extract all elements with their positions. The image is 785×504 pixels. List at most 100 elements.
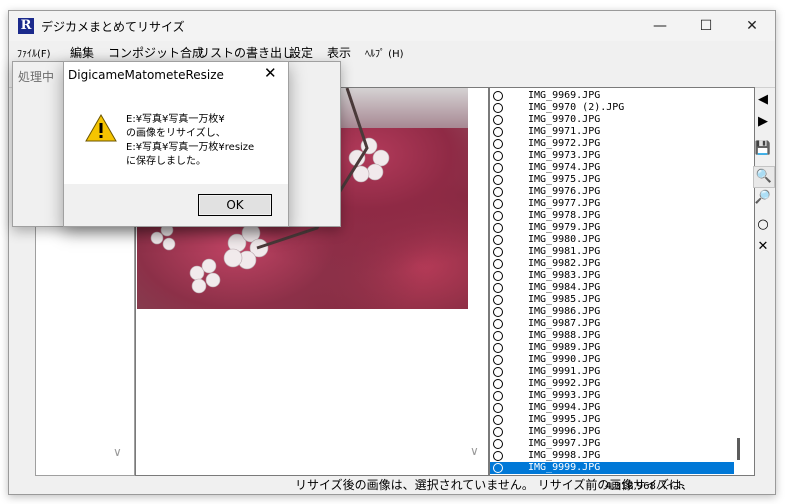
file-name: IMG_9977.JPG <box>528 198 601 209</box>
close-button[interactable]: ✕ <box>729 11 775 41</box>
menu-bar: ﾌｧｲﾙ(F) 編集 コンポジット合成 リストの書き出し 設定 表示 ﾍﾙﾌﾟ … <box>9 41 775 61</box>
file-name: IMG_9998.JPG <box>528 450 601 461</box>
file-list-item[interactable]: IMG_9986.JPG <box>490 306 734 318</box>
circle-icon <box>493 415 503 425</box>
file-list-item[interactable]: IMG_9994.JPG <box>490 402 734 414</box>
status-bar: リサイズ後の画像は、選択されていません。 リサイズ前の画像サイズは、 4,318… <box>9 473 775 493</box>
dialog-message-line: の画像をリサイズし、 <box>126 128 226 139</box>
dialog-close-button[interactable]: ✕ <box>264 64 277 82</box>
cross-icon[interactable]: ✕ <box>753 237 773 257</box>
app-logo-icon: R <box>18 18 34 34</box>
minimize-button[interactable]: — <box>637 11 683 41</box>
file-list[interactable]: IMG_9969.JPG IMG_9970 (2).JPG IMG_9970.JPG… <box>489 87 755 476</box>
file-list-item[interactable]: IMG_9970.JPG <box>490 114 734 126</box>
file-list-item[interactable]: IMG_9992.JPG <box>490 378 734 390</box>
file-list-item[interactable]: IMG_9982.JPG <box>490 258 734 270</box>
file-name: IMG_9973.JPG <box>528 150 601 161</box>
file-name: IMG_9992.JPG <box>528 378 601 389</box>
menu-composite[interactable]: コンポジット合成 <box>108 44 204 61</box>
file-name: IMG_9970 (2).JPG <box>528 102 625 113</box>
file-list-item[interactable]: IMG_9980.JPG <box>490 234 734 246</box>
circle-icon <box>493 271 503 281</box>
file-list-item[interactable]: IMG_9971.JPG <box>490 126 734 138</box>
circle-icon <box>493 259 503 269</box>
menu-export-list[interactable]: リストの書き出し <box>198 44 294 61</box>
file-name: IMG_9989.JPG <box>528 342 601 353</box>
circle-icon <box>493 211 503 221</box>
file-name: IMG_9978.JPG <box>528 210 601 221</box>
file-list-item[interactable]: IMG_9977.JPG <box>490 198 734 210</box>
menu-help[interactable]: ﾍﾙﾌﾟ (H) <box>365 45 404 60</box>
circle-icon <box>493 451 503 461</box>
list-scrollbar-thumb[interactable] <box>737 438 740 460</box>
circle-icon <box>493 463 503 473</box>
file-name: IMG_9993.JPG <box>528 390 601 401</box>
file-list-item[interactable]: IMG_9970 (2).JPG <box>490 102 734 114</box>
status-file-size: 4,318,968バイト <box>605 481 686 492</box>
file-name: IMG_9980.JPG <box>528 234 601 245</box>
file-name: IMG_9976.JPG <box>528 186 601 197</box>
file-list-item[interactable]: IMG_9989.JPG <box>490 342 734 354</box>
circle-icon <box>493 127 503 137</box>
file-list-item[interactable]: IMG_9973.JPG <box>490 150 734 162</box>
circle-icon <box>493 187 503 197</box>
file-list-item[interactable]: IMG_9969.JPG <box>490 90 734 102</box>
maximize-button[interactable]: ☐ <box>683 11 729 41</box>
circle-icon <box>493 223 503 233</box>
file-list-item[interactable]: IMG_9983.JPG <box>490 270 734 282</box>
file-list-item[interactable]: IMG_9984.JPG <box>490 282 734 294</box>
file-name: IMG_9975.JPG <box>528 174 601 185</box>
file-list-item[interactable]: IMG_9997.JPG <box>490 438 734 450</box>
file-name: IMG_9997.JPG <box>528 438 601 449</box>
message-dialog: DigicameMatometeResize ✕ E:¥写真¥写真一万枚¥ の画… <box>63 61 289 227</box>
ok-button[interactable]: OK <box>198 194 272 216</box>
file-list-item[interactable]: IMG_9974.JPG <box>490 162 734 174</box>
title-bar[interactable]: R デジカメまとめてリサイズ — ☐ ✕ <box>9 11 775 41</box>
menu-edit[interactable]: 編集 <box>70 44 94 61</box>
chevron-down-icon[interactable]: ∨ <box>470 444 479 458</box>
prev-icon[interactable]: ◀ <box>753 90 773 110</box>
chevron-down-icon[interactable]: ∨ <box>113 445 122 459</box>
file-list-item[interactable]: IMG_9993.JPG <box>490 390 734 402</box>
circle-icon <box>493 355 503 365</box>
file-list-item[interactable]: IMG_9978.JPG <box>490 210 734 222</box>
file-list-item[interactable]: IMG_9987.JPG <box>490 318 734 330</box>
circle-icon <box>493 283 503 293</box>
circle-icon <box>493 139 503 149</box>
file-name: IMG_9971.JPG <box>528 126 601 137</box>
file-list-item[interactable]: IMG_9998.JPG <box>490 450 734 462</box>
file-list-item[interactable]: IMG_9990.JPG <box>490 354 734 366</box>
file-list-item[interactable]: IMG_9995.JPG <box>490 414 734 426</box>
circle-icon <box>493 391 503 401</box>
file-list-item[interactable]: IMG_9979.JPG <box>490 222 734 234</box>
save-icon[interactable]: 💾 <box>753 139 773 159</box>
file-name: IMG_9974.JPG <box>528 162 601 173</box>
file-list-item[interactable]: IMG_9976.JPG <box>490 186 734 198</box>
file-list-item[interactable]: IMG_9991.JPG <box>490 366 734 378</box>
circle-icon <box>493 235 503 245</box>
circle-icon <box>493 151 503 161</box>
menu-file[interactable]: ﾌｧｲﾙ(F) <box>17 45 51 60</box>
circle-icon <box>493 163 503 173</box>
file-list-item[interactable]: IMG_9975.JPG <box>490 174 734 186</box>
file-name: IMG_9991.JPG <box>528 366 601 377</box>
file-list-item[interactable]: IMG_9981.JPG <box>490 246 734 258</box>
circle-icon[interactable]: ○ <box>753 215 773 235</box>
file-list-item[interactable]: IMG_9996.JPG <box>490 426 734 438</box>
file-name: IMG_9983.JPG <box>528 270 601 281</box>
menu-view[interactable]: 表示 <box>327 44 351 61</box>
zoom-out-icon[interactable]: 🔎 <box>753 188 773 208</box>
circle-icon <box>493 343 503 353</box>
zoom-in-icon[interactable]: 🔍 <box>753 166 775 188</box>
circle-icon <box>493 331 503 341</box>
file-list-item[interactable]: IMG_9988.JPG <box>490 330 734 342</box>
circle-icon <box>493 403 503 413</box>
file-name: IMG_9969.JPG <box>528 90 601 101</box>
file-name: IMG_9994.JPG <box>528 402 601 413</box>
next-icon[interactable]: ▶ <box>753 112 773 132</box>
circle-icon <box>493 439 503 449</box>
circle-icon <box>493 307 503 317</box>
file-list-item[interactable]: IMG_9985.JPG <box>490 294 734 306</box>
file-list-item[interactable]: IMG_9972.JPG <box>490 138 734 150</box>
menu-settings[interactable]: 設定 <box>289 44 313 61</box>
